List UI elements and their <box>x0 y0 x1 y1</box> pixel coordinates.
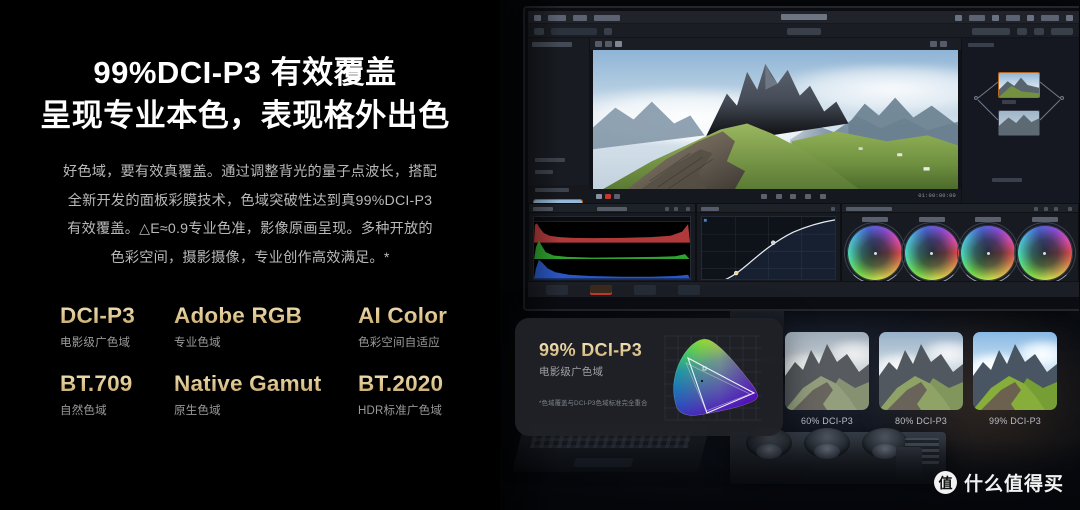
desk-mug <box>896 447 922 477</box>
cut-page-icon[interactable] <box>992 14 999 21</box>
app-menubar[interactable] <box>528 11 1079 24</box>
node-graph-panel[interactable] <box>961 38 1079 203</box>
viewer-tools-icon[interactable] <box>615 41 622 47</box>
gamut-title: DCI-P3 <box>60 303 170 329</box>
comparison-caption: 99% DCI-P3 <box>988 416 1042 426</box>
comparison-image-60 <box>785 332 869 410</box>
comparison-image-99 <box>973 332 1057 410</box>
gamut-item-native-gamut: Native Gamut 原生色域 <box>174 371 354 427</box>
comparison-item-80: 80% DCI-P3 <box>879 332 963 434</box>
gamut-subtitle: 色彩空间自适应 <box>358 337 440 349</box>
histogram-green <box>534 239 690 260</box>
page-tabs-bar[interactable] <box>528 281 1079 297</box>
deliver-page-icon[interactable] <box>1027 14 1034 21</box>
wheels-menu-icon[interactable] <box>1068 206 1072 211</box>
gamut-item-ai-color: AI Color 色彩空间自适应 <box>358 303 468 359</box>
promo-page: 01:00:00:00 99%DCI-P3 有效覆盖 呈现专业本色，表现格外出色… <box>0 0 1080 510</box>
watermark-logo-icon: 值 <box>933 471 957 494</box>
histogram-blue <box>534 258 690 279</box>
headline-line-2: 呈现专业本色，表现格外出色 <box>40 97 450 133</box>
gamut-list: DCI-P3 电影级广色域 Adobe RGB 专业色域 AI Color 色彩… <box>60 303 460 427</box>
gamut-comparison-strip: 60% DCI-P3 80% DCI-P3 99% DCI-P3 <box>785 332 1057 434</box>
media-pool-header <box>532 42 572 47</box>
viewer-eye-icon[interactable] <box>614 194 620 199</box>
curves-menu-icon[interactable] <box>831 206 835 211</box>
scopes-settings-icon[interactable] <box>665 206 669 211</box>
scopes-menu-icon[interactable] <box>686 206 690 211</box>
wheels-reset-icon[interactable] <box>1034 206 1038 211</box>
tab-fairlight[interactable] <box>634 284 656 295</box>
curve-editor[interactable] <box>701 216 836 280</box>
monitor: 01:00:00:00 <box>523 6 1079 311</box>
comparison-caption: 60% DCI-P3 <box>800 416 854 426</box>
viewer-enhance-icon[interactable] <box>605 41 612 47</box>
viewer-split-icon[interactable] <box>930 41 937 47</box>
laptop-trackpad <box>573 458 634 467</box>
monitor-screen: 01:00:00:00 <box>528 11 1079 297</box>
scopes-title <box>533 206 553 211</box>
gamut-title: AI Color <box>358 303 468 329</box>
media-pool[interactable] <box>528 38 590 234</box>
settings-gear-icon[interactable] <box>1066 14 1073 21</box>
transport-prev-icon[interactable] <box>760 194 767 199</box>
tab-deliver[interactable] <box>678 284 700 295</box>
gamut-item-bt2020: BT.2020 HDR标准广色域 <box>358 371 468 427</box>
comparison-caption: 80% DCI-P3 <box>894 416 948 426</box>
tab-media[interactable] <box>546 284 568 295</box>
viewer-transport[interactable]: 01:00:00:00 <box>590 189 961 203</box>
gamut-title: BT.2020 <box>358 371 468 397</box>
gamut-item-dci-p3: DCI-P3 电影级广色域 <box>60 303 170 359</box>
media-page-icon[interactable] <box>955 14 962 21</box>
watermark: 值 什么值得买 <box>933 469 1064 496</box>
app-logo-icon <box>534 14 541 21</box>
scopes-mode-histogram[interactable] <box>597 206 627 211</box>
viewer-mode-icon[interactable] <box>595 41 602 47</box>
gamut-title: BT.709 <box>60 371 170 397</box>
transport-play-icon[interactable] <box>790 194 797 199</box>
transport-next-icon[interactable] <box>805 194 812 199</box>
watermark-text: 什么值得买 <box>963 474 1064 495</box>
gamut-subtitle: 专业色域 <box>174 337 221 349</box>
gamut-title: Native Gamut <box>174 371 354 397</box>
dci-p3-card: 99% DCI-P3 电影级广色域 *色域覆盖与DCI-P3色域标准完全重合 <box>515 318 783 436</box>
card-subtitle: 电影级广色域 <box>539 366 604 378</box>
hdr-panel-title <box>846 206 892 211</box>
comparison-item-99: 99% DCI-P3 <box>973 332 1057 434</box>
gamut-title: Adobe RGB <box>174 303 354 329</box>
gamut-item-adobe-rgb: Adobe RGB 专业色域 <box>174 303 354 359</box>
app-project-title <box>780 14 827 20</box>
viewer-options-icon[interactable] <box>940 41 947 47</box>
copy-panel: 99%DCI-P3 有效覆盖 呈现专业本色，表现格外出色 好色域，要有效真覆盖。… <box>0 0 500 510</box>
comparison-image-80 <box>879 332 963 410</box>
scopes-expand-icon[interactable] <box>674 206 678 211</box>
card-footnote: *色域覆盖与DCI-P3色域标准完全重合 <box>539 400 648 407</box>
transport-stop-icon[interactable] <box>775 194 782 199</box>
wheels-settings-icon[interactable] <box>1044 206 1048 211</box>
tab-color[interactable] <box>590 284 612 295</box>
page-title: 99%DCI-P3 有效覆盖 呈现专业本色，表现格外出色 <box>0 52 490 138</box>
card-title: 99% DCI-P3 <box>539 340 643 360</box>
gamut-subtitle: HDR标准广色域 <box>358 405 443 417</box>
gamut-subtitle: 原生色域 <box>174 405 221 417</box>
viewer-color-picker-icon[interactable] <box>596 194 602 199</box>
transport-loop-icon[interactable] <box>820 194 827 199</box>
app-toolbar[interactable] <box>528 24 1079 38</box>
cie-chromaticity-diagram <box>657 330 769 425</box>
gamut-subtitle: 电影级广色域 <box>60 337 131 349</box>
curves-title <box>701 206 719 211</box>
histogram-scope <box>533 216 691 280</box>
viewer-record-icon[interactable] <box>605 194 611 199</box>
body-paragraph: 好色域，要有效真覆盖。通过调整背光的量子点波长，搭配全新开发的面板彩膜技术，色域… <box>62 164 438 267</box>
comparison-item-60: 60% DCI-P3 <box>785 332 869 434</box>
wheels-expand-icon[interactable] <box>1054 206 1058 211</box>
headline-line-1: 99%DCI-P3 有效覆盖 <box>93 55 397 90</box>
gamut-item-bt709: BT.709 自然色域 <box>60 371 170 427</box>
viewer-image <box>593 50 958 189</box>
viewer-toolbar[interactable] <box>590 38 961 50</box>
viewer-timecode: 01:00:00:00 <box>918 192 956 199</box>
timeline-viewer: 01:00:00:00 <box>590 38 961 203</box>
gamut-subtitle: 自然色域 <box>60 405 107 417</box>
